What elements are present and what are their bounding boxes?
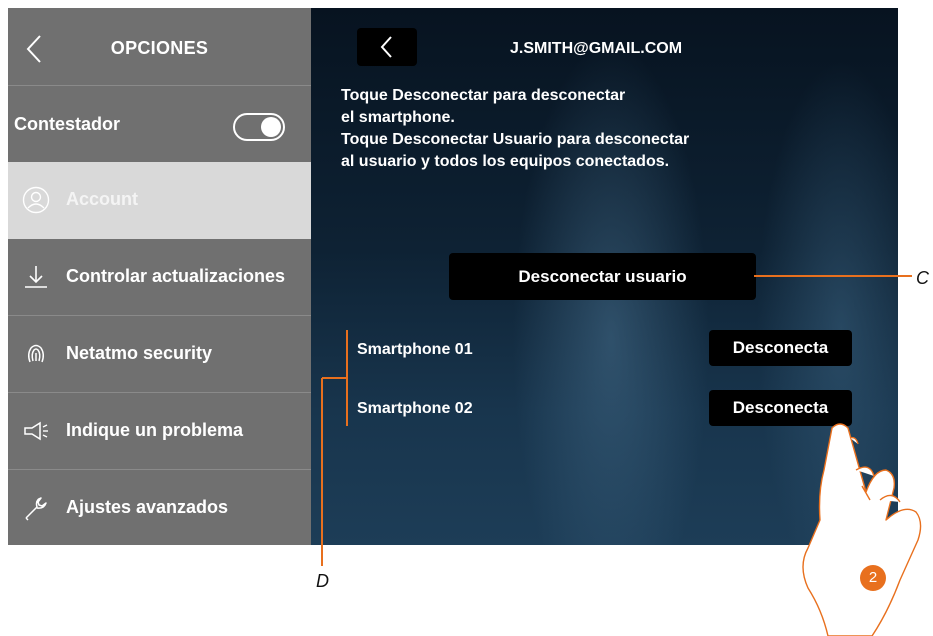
wrench-icon [25,497,47,521]
options-sidebar: OPCIONES Contestador Account Controlar a… [8,8,311,545]
sidebar-item-label: Controlar actualizaciones [66,266,286,286]
device-name-smartphone-01: Smartphone 01 [357,341,473,358]
toggle-knob [261,117,281,137]
sidebar-header: OPCIONES [8,8,311,86]
sidebar-item-netatmo-security[interactable]: Netatmo security [8,316,311,393]
disconnect-user-button[interactable]: Desconectar usuario [449,253,756,300]
step-number-badge: 2 [860,565,886,591]
sidebar-item-contestador: Contestador [8,87,311,164]
callout-c-label: C [916,268,929,288]
instructions-text: Toque Desconectar para desconectar el sm… [341,85,811,173]
disconnect-device-button[interactable]: Desconecta [709,330,852,366]
disconnect-device-button[interactable]: Desconecta [709,390,852,426]
device-screen: OPCIONES Contestador Account Controlar a… [8,8,898,545]
instruction-line: Toque Desconectar Usuario para desconect… [341,131,690,148]
callout-d-label: D [316,571,329,591]
account-email-title: J.SMITH@GMAIL.COM [510,40,683,57]
contestador-toggle[interactable] [233,113,285,141]
sidebar-item-account[interactable]: Account [8,162,311,239]
back-button[interactable] [357,28,417,66]
instruction-line: el smartphone. [341,109,455,126]
sidebar-item-updates[interactable]: Controlar actualizaciones [8,239,311,316]
sidebar-item-label: Netatmo security [66,343,213,363]
instruction-line: Toque Desconectar para desconectar [341,87,626,104]
download-arrow-icon [25,266,47,288]
back-chevron-icon [380,36,392,58]
sidebar-item-label: Ajustes avanzados [66,497,229,517]
sidebar-item-report-problem[interactable]: Indique un problema [8,393,311,470]
sidebar-item-advanced-settings[interactable]: Ajustes avanzados [8,470,311,545]
account-panel: J.SMITH@GMAIL.COM Toque Desconectar para… [311,8,898,545]
instruction-line: al usuario y todos los equipos conectado… [341,153,670,170]
user-circle-icon [22,186,50,214]
device-name-smartphone-02: Smartphone 02 [357,400,473,417]
sidebar-item-label: Indique un problema [66,420,244,440]
contestador-label: Contestador [14,114,121,134]
fingerprint-icon [27,344,45,363]
sidebar-title: OPCIONES [110,38,209,58]
megaphone-icon [24,421,48,441]
sidebar-item-label: Account [66,189,138,209]
